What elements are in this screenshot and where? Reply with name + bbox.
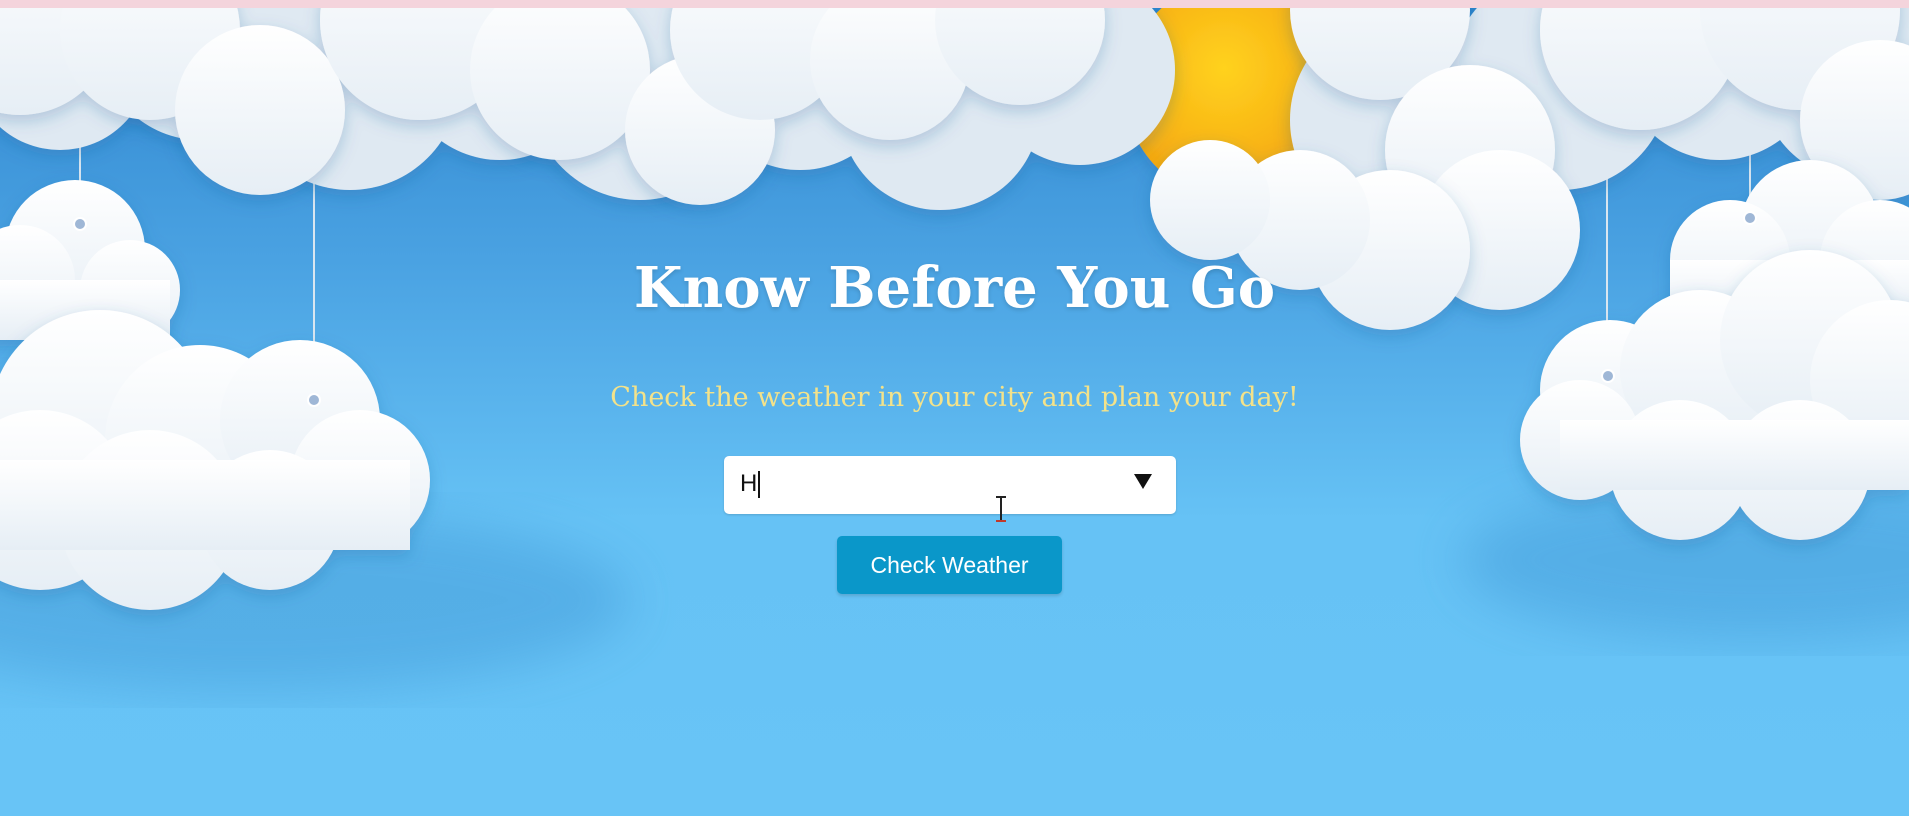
browser-top-strip (0, 0, 1909, 8)
triangle-down-icon[interactable] (1134, 474, 1152, 489)
i-beam-cursor-icon (996, 496, 1006, 522)
page-subtitle: Check the weather in your city and plan … (610, 382, 1299, 413)
check-weather-button[interactable]: Check Weather (837, 536, 1062, 594)
city-input-value[interactable]: H (740, 470, 757, 498)
text-caret (758, 471, 760, 498)
city-select[interactable]: H (724, 456, 1176, 514)
page-title: Know Before You Go (633, 255, 1276, 321)
